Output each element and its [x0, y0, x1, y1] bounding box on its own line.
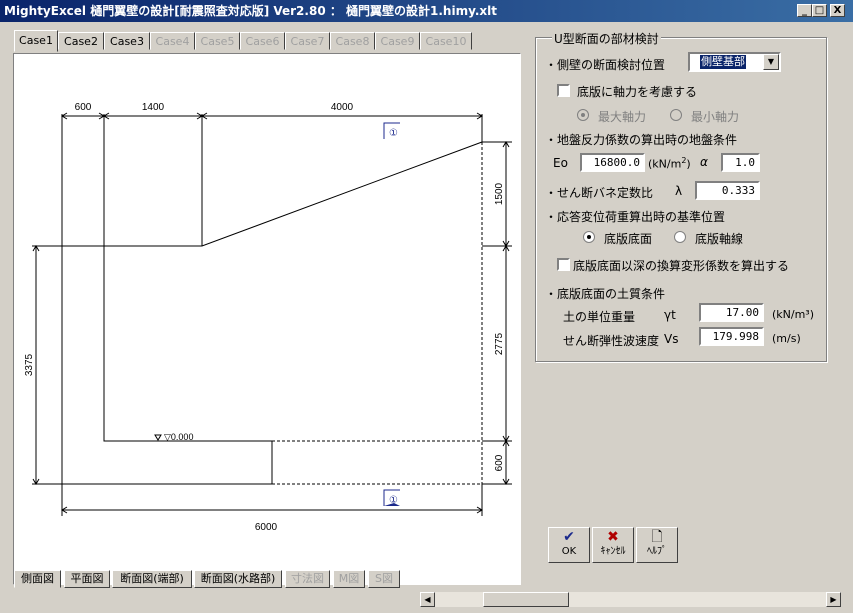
vs-label: せん断弾性波速度 — [563, 334, 660, 348]
eo-label: Eo — [553, 156, 568, 170]
gamma-unit: (kN/m³) — [772, 308, 815, 321]
axial-min-radio[interactable] — [670, 109, 682, 121]
checkmark-icon: ✔ — [563, 529, 575, 545]
cancel-button[interactable]: ✖ ｷｬﾝｾﾙ — [592, 527, 634, 563]
tab-moment-view[interactable]: M図 — [333, 570, 365, 588]
document-icon: 🗋 — [651, 529, 663, 545]
dim-6000: 6000 — [255, 522, 278, 533]
vs-unit: (m/s) — [772, 332, 801, 345]
tab-case4[interactable]: Case4 — [150, 32, 195, 50]
gamma-field[interactable]: 17.00 — [699, 303, 764, 322]
axial-min-label: 最小軸力 — [691, 110, 740, 124]
dim-1400: 1400 — [142, 102, 165, 113]
tab-plan-view[interactable]: 平面図 — [64, 570, 110, 588]
ref-slab-axis-label: 底版軸線 — [695, 232, 744, 246]
side-wall-position-label: ・側壁の断面検討位置 — [545, 58, 666, 72]
tab-case7[interactable]: Case7 — [285, 32, 330, 50]
ok-button[interactable]: ✔ OK — [548, 527, 590, 563]
close-button[interactable]: X — [830, 4, 845, 17]
scroll-thumb[interactable] — [483, 592, 569, 607]
tab-section-end[interactable]: 断面図(端部) — [112, 570, 192, 588]
scroll-right-icon[interactable]: ▶ — [826, 592, 841, 607]
ground-condition-label: ・地盤反力係数の算出時の地盤条件 — [545, 133, 738, 147]
dim-4000: 4000 — [331, 102, 354, 113]
section-mark-bottom: ① — [389, 495, 398, 506]
soil-condition-label: ・底版底面の土質条件 — [545, 287, 666, 301]
tab-case6[interactable]: Case6 — [240, 32, 285, 50]
dim-600-right: 600 — [494, 454, 505, 471]
vs-field[interactable]: 179.998 — [699, 327, 764, 346]
reference-position-label: ・応答変位荷重算出時の基準位置 — [545, 210, 726, 224]
group-title: U型断面の部材検討 — [552, 30, 661, 47]
dim-1500: 1500 — [494, 182, 505, 205]
axial-max-radio[interactable] — [577, 109, 589, 121]
side-wall-position-select[interactable]: 側壁基部 ▼ — [688, 52, 781, 72]
cross-icon: ✖ — [607, 529, 619, 545]
tab-shear-view[interactable]: S図 — [368, 570, 400, 588]
dim-2775: 2775 — [494, 332, 505, 355]
ref-slab-axis-radio[interactable] — [674, 231, 686, 243]
conversion-checkbox[interactable] — [557, 258, 570, 271]
tab-side-view[interactable]: 側面図 — [14, 570, 61, 588]
drawing-canvas[interactable]: 600 1400 4000 6000 ▽0.000 1500 2775 600 … — [13, 53, 521, 585]
axial-max-label: 最大軸力 — [598, 110, 647, 124]
dim-600-top: 600 — [75, 102, 92, 113]
side-wall-position-value: 側壁基部 — [700, 55, 746, 69]
help-button[interactable]: 🗋 ﾍﾙﾌﾟ — [636, 527, 678, 563]
vs-symbol: Vs — [664, 332, 679, 346]
tab-case3[interactable]: Case3 — [104, 32, 150, 50]
axial-force-checkbox[interactable] — [557, 84, 570, 97]
lambda-label: λ — [675, 184, 683, 198]
chevron-down-icon[interactable]: ▼ — [763, 54, 779, 70]
horizontal-scrollbar[interactable]: ◀ ▶ — [420, 592, 841, 607]
top-left-outline — [62, 141, 483, 247]
minimize-button[interactable]: _ — [797, 4, 812, 17]
window-title: MightyExcel 樋門翼壁の設計[耐震照査対応版] Ver2.80 ： 樋… — [4, 4, 497, 18]
alpha-field[interactable]: 1.0 — [721, 153, 760, 172]
tab-case9[interactable]: Case9 — [375, 32, 420, 50]
eo-field[interactable]: 16800.0 — [580, 153, 645, 172]
tab-case1[interactable]: Case1 — [14, 30, 58, 52]
alpha-label: α — [700, 155, 708, 169]
maximize-button[interactable]: □ — [812, 4, 827, 17]
axial-force-label: 底版に軸力を考慮する — [577, 85, 698, 99]
tab-section-channel[interactable]: 断面図(水路部) — [194, 570, 282, 588]
title-bar: MightyExcel 樋門翼壁の設計[耐震照査対応版] Ver2.80 ： 樋… — [0, 0, 853, 22]
scroll-left-icon[interactable]: ◀ — [420, 592, 435, 607]
eo-unit: (kN/m2) — [648, 156, 691, 171]
client-area: Case1 Case2 Case3 Case4 Case5 Case6 Case… — [0, 22, 853, 613]
conversion-label: 底版底面以深の換算変形係数を算出する — [573, 259, 790, 273]
inner-wall — [103, 114, 273, 484]
tab-case2[interactable]: Case2 — [58, 32, 104, 50]
section-mark-top: ① — [389, 128, 398, 139]
shear-spring-label: ・せん断バネ定数比 — [545, 186, 654, 200]
tab-case10[interactable]: Case10 — [420, 32, 472, 50]
gamma-label: γt — [664, 308, 676, 322]
lambda-field[interactable]: 0.333 — [695, 181, 760, 200]
tab-dimension-view[interactable]: 寸法図 — [285, 570, 330, 588]
ref-slab-bottom-radio[interactable] — [583, 231, 595, 243]
tab-case5[interactable]: Case5 — [195, 32, 240, 50]
level-label: ▽0.000 — [164, 432, 193, 442]
unit-weight-label: 土の単位重量 — [563, 310, 636, 324]
tab-case8[interactable]: Case8 — [330, 32, 375, 50]
side-view-drawing: 600 1400 4000 6000 ▽0.000 1500 2775 600 … — [24, 102, 512, 533]
ref-slab-bottom-label: 底版底面 — [604, 232, 653, 246]
dim-3375: 3375 — [24, 353, 35, 376]
